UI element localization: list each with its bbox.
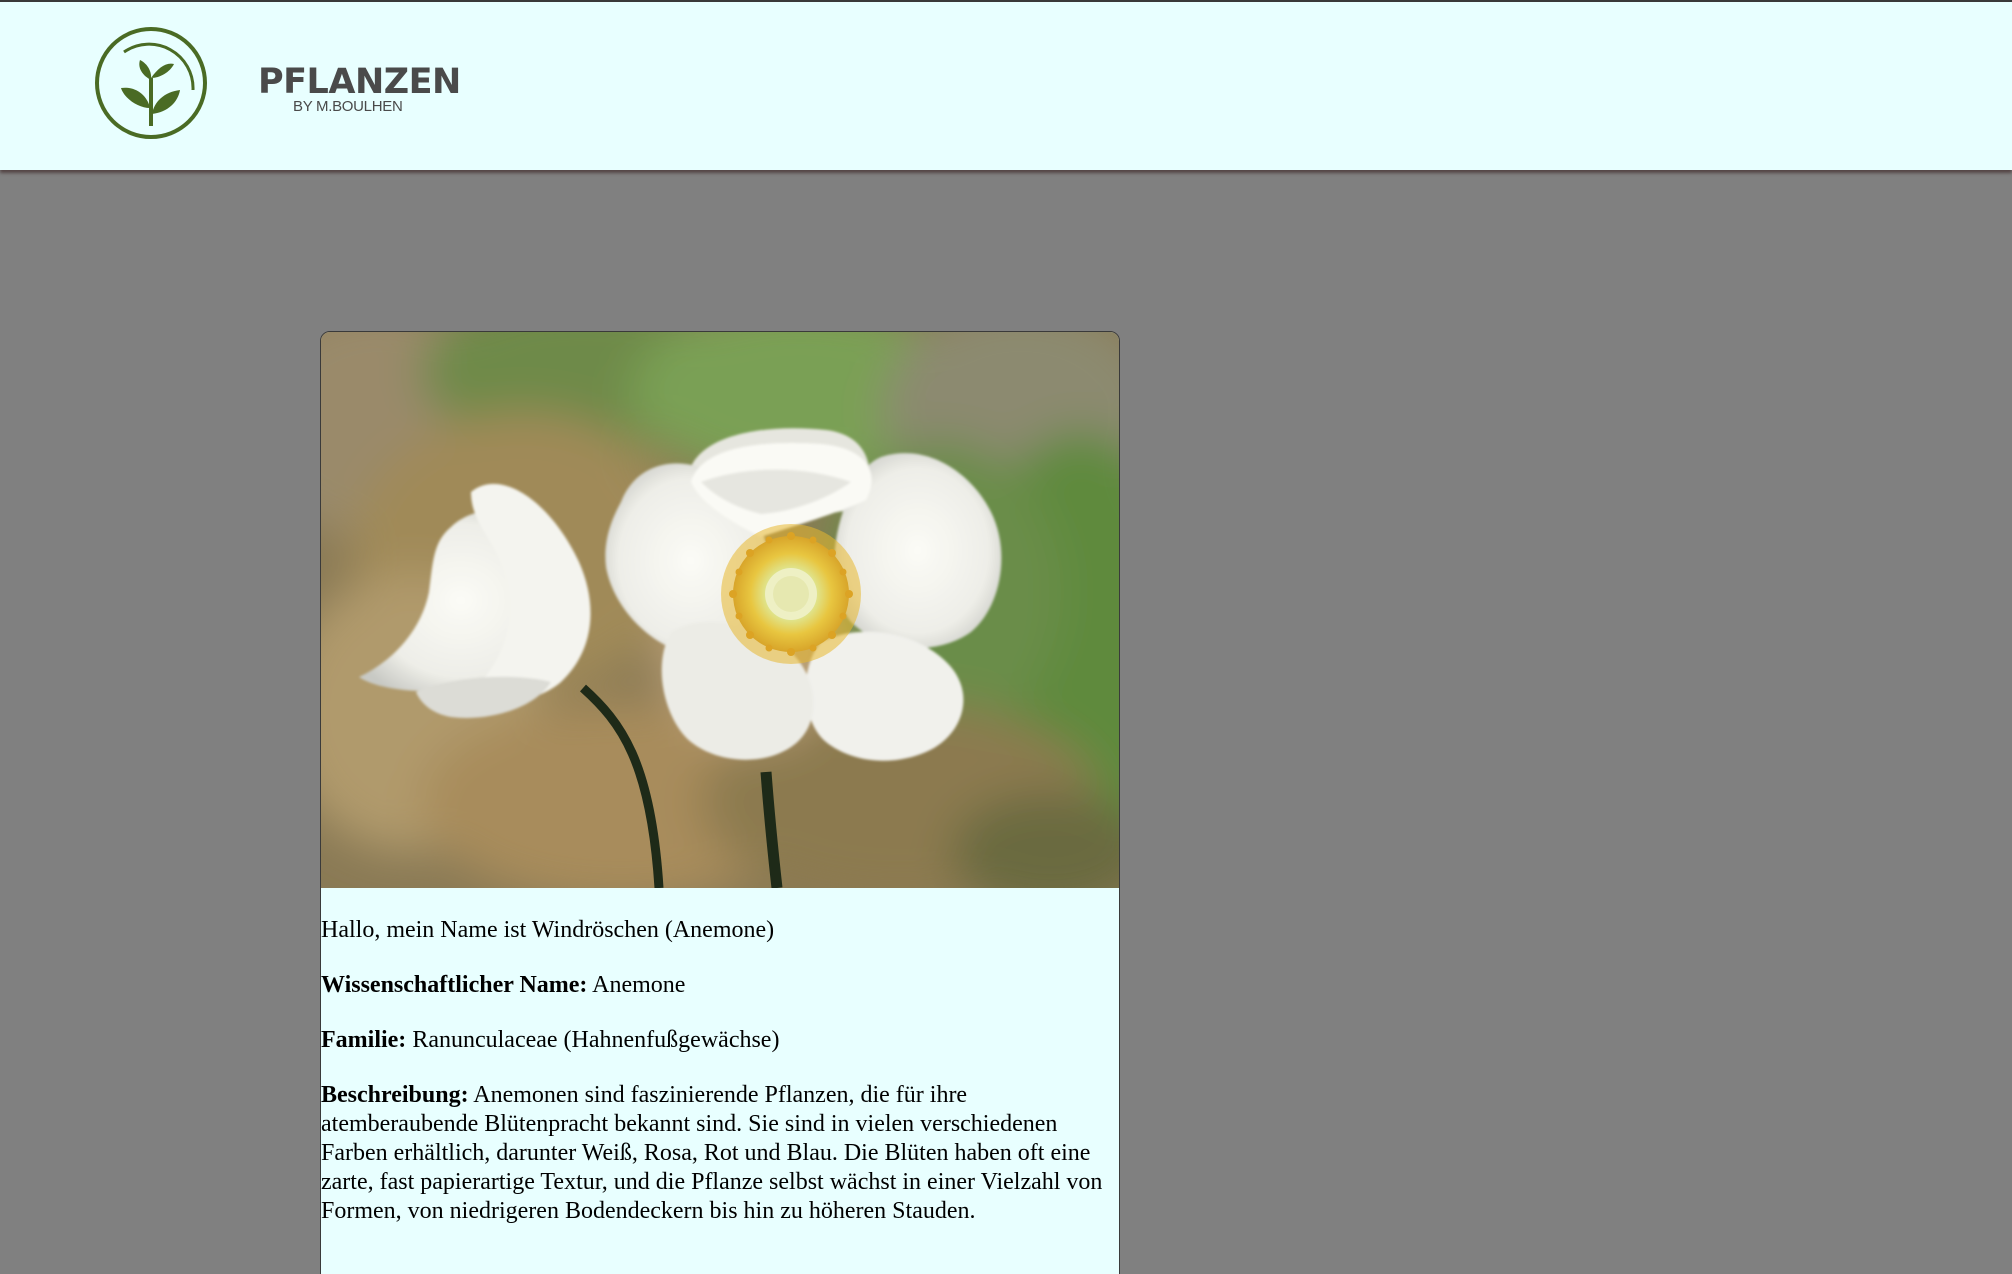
description-label: Beschreibung:: [321, 1082, 469, 1108]
scientific-name-label: Wissenschaftlicher Name:: [321, 972, 588, 998]
plant-card: Hallo, mein Name ist Windröschen (Anemon…: [320, 331, 1120, 1274]
site-header: PFLANZEN BY M.BOULHEN: [0, 2, 2012, 170]
brand-name: PFLANZEN: [258, 62, 461, 102]
description-row: Beschreibung: Anemonen sind faszinierend…: [321, 1081, 1111, 1226]
greeting-text: Hallo, mein Name ist Windröschen (Anemon…: [321, 917, 775, 943]
scientific-name-value: Anemone: [592, 972, 686, 998]
plant-info: Hallo, mein Name ist Windröschen (Anemon…: [321, 916, 1111, 1252]
family-label: Familie:: [321, 1027, 407, 1053]
brand-subtitle: BY M.BOULHEN: [293, 98, 403, 115]
family-value: Ranunculaceae (Hahnenfußgewächse): [412, 1027, 780, 1053]
anemone-flower-photo: [321, 332, 1119, 888]
family-row: Familie: Ranunculaceae (Hahnenfußgewächs…: [321, 1026, 1111, 1055]
scientific-name-row: Wissenschaftlicher Name: Anemone: [321, 971, 1111, 1000]
sprout-in-circle-icon[interactable]: [94, 26, 208, 140]
